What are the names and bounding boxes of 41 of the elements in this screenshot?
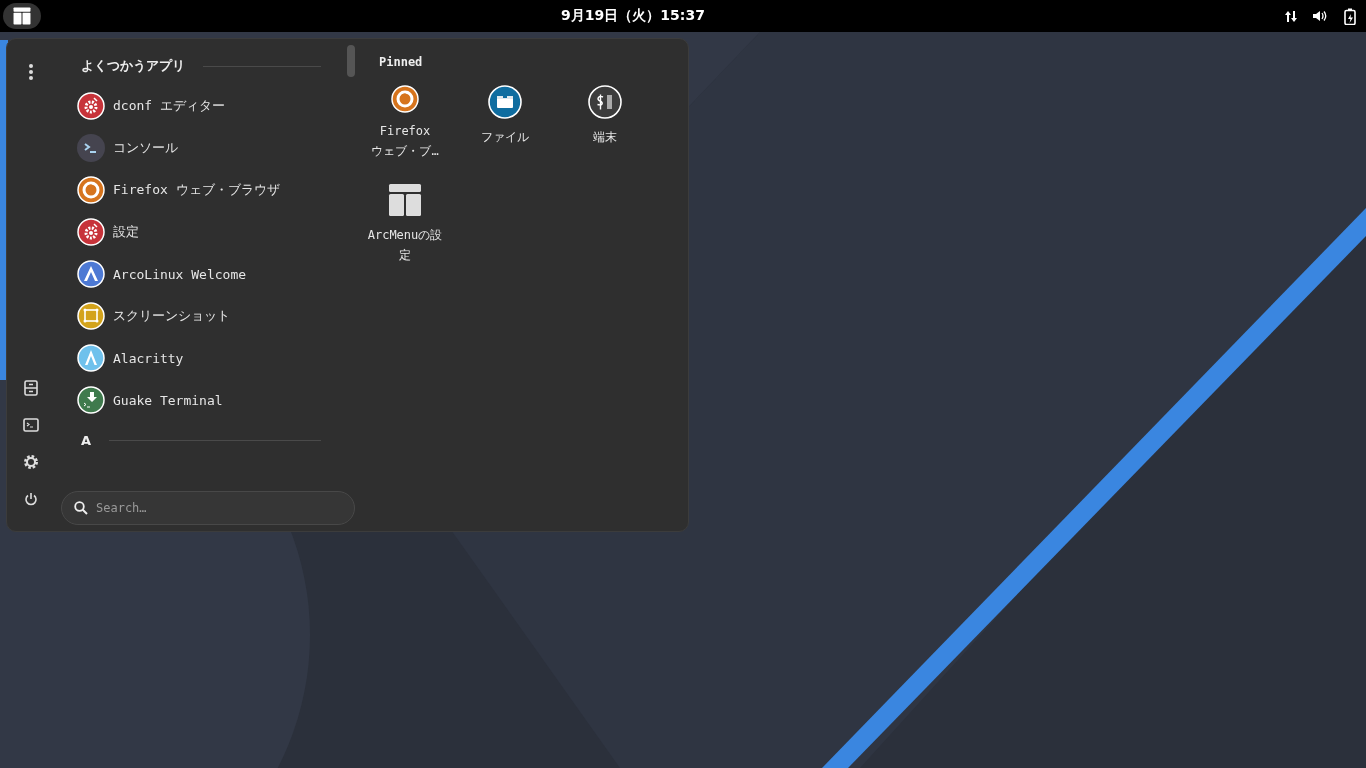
- pinned-app[interactable]: Firefox ウェブ・ブ…: [366, 121, 444, 161]
- app-icon: [77, 260, 105, 288]
- app-icon: [77, 176, 105, 204]
- app-icon: [77, 302, 105, 330]
- search-input[interactable]: Search…: [96, 501, 342, 515]
- app-icon: [77, 218, 105, 246]
- power-icon[interactable]: [24, 492, 38, 506]
- app-icon: [488, 85, 522, 119]
- app-icon: [77, 92, 105, 120]
- search-icon: [74, 501, 88, 515]
- layout-icon: [13, 7, 31, 25]
- settings-icon[interactable]: [23, 454, 39, 470]
- app-item[interactable]: Firefox ウェブ・ブラウザ: [113, 181, 280, 199]
- app-item[interactable]: スクリーンショット: [113, 307, 230, 325]
- pinned-app[interactable]: ファイル: [466, 127, 544, 147]
- app-icon: [588, 85, 622, 119]
- app-item[interactable]: ArcoLinux Welcome: [113, 266, 247, 282]
- menu-button[interactable]: [3, 3, 41, 29]
- app-icon: [391, 85, 419, 113]
- scrollbar-thumb[interactable]: [347, 45, 355, 77]
- section-heading: Pinned: [379, 55, 423, 69]
- app-icon: [77, 134, 105, 162]
- app-item[interactable]: Alacritty: [113, 350, 184, 366]
- app-icon: [77, 386, 105, 414]
- pinned-app[interactable]: ArcMenuの設定: [366, 225, 444, 265]
- search-field[interactable]: Search…: [61, 491, 355, 525]
- section-heading: A: [81, 432, 92, 448]
- battery-icon[interactable]: [1344, 7, 1356, 25]
- volume-icon[interactable]: [1313, 10, 1328, 22]
- network-icon[interactable]: [1285, 9, 1297, 23]
- app-icon: [77, 344, 105, 372]
- app-icon: [388, 183, 422, 217]
- cabinet-icon[interactable]: [24, 380, 38, 396]
- section-heading: よくつかうアプリ: [81, 57, 185, 75]
- pinned-app[interactable]: 端末: [566, 127, 644, 147]
- app-item[interactable]: dconf エディター: [113, 97, 225, 115]
- more-options-icon[interactable]: [29, 64, 33, 80]
- app-item[interactable]: コンソール: [113, 139, 178, 157]
- terminal-icon[interactable]: [23, 418, 39, 432]
- app-item[interactable]: 設定: [113, 223, 139, 241]
- app-item[interactable]: Guake Terminal: [113, 392, 223, 408]
